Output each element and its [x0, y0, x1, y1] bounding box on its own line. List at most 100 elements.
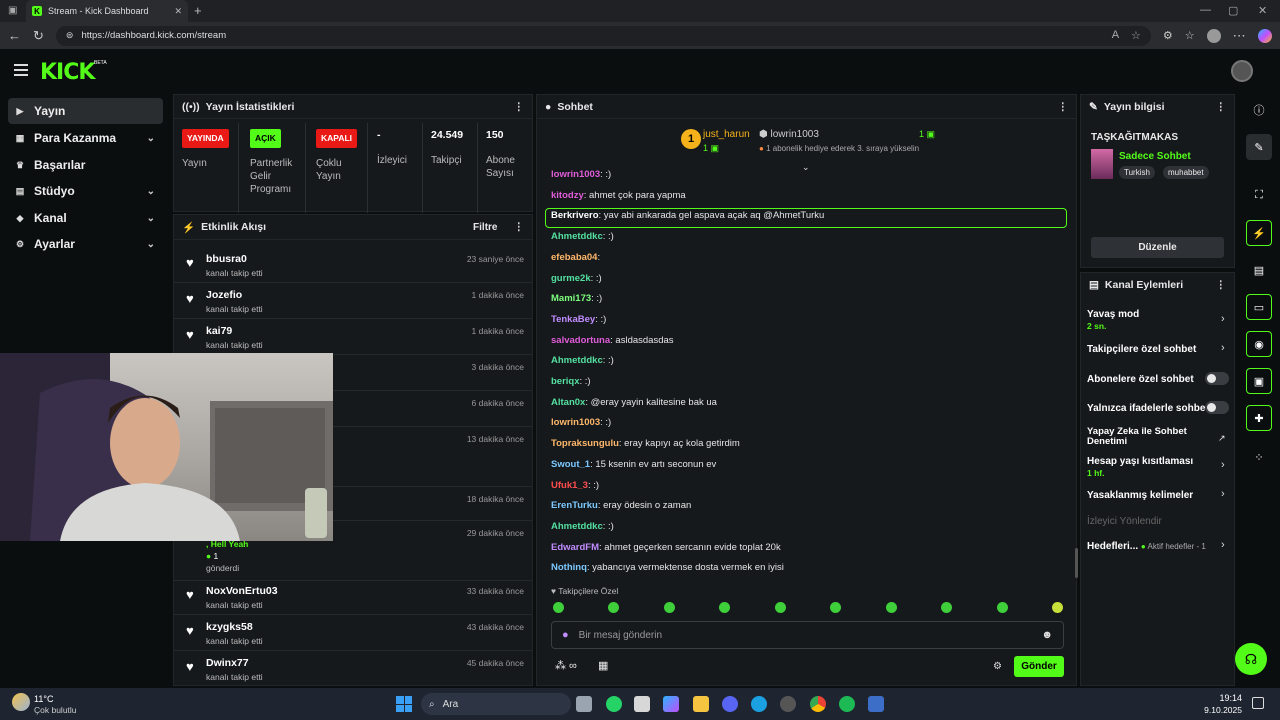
- action-goals[interactable]: Hedefleri... ● Aktif hedefler - 1: [1087, 541, 1229, 552]
- activity-user[interactable]: kai79: [206, 325, 232, 337]
- url-field[interactable]: ⊜ https://dashboard.kick.com/stream A ☆: [55, 25, 1151, 46]
- chat-username[interactable]: TenkaBey: [551, 314, 595, 325]
- chat-username[interactable]: Berkrivero: [551, 210, 599, 221]
- favorites-icon[interactable]: ☆: [1185, 29, 1195, 42]
- chat-username[interactable]: Topraksungulu: [551, 438, 619, 449]
- chat-username[interactable]: Ufuk1_3: [551, 480, 588, 491]
- notifications-icon[interactable]: [1252, 697, 1264, 709]
- chrome-icon[interactable]: [810, 696, 826, 712]
- more-options-icon[interactable]: ⋮: [1058, 101, 1069, 113]
- site-info-icon[interactable]: ⊜: [66, 30, 74, 41]
- emote-icon[interactable]: [608, 602, 620, 613]
- subs-only-toggle[interactable]: [1205, 372, 1229, 385]
- chat-username[interactable]: Mami173: [551, 293, 591, 304]
- edit-layout-icon[interactable]: ✎: [1246, 134, 1272, 160]
- chevron-right-icon[interactable]: ›: [1221, 342, 1225, 354]
- tab-actions-icon[interactable]: ▣: [8, 5, 17, 16]
- copilot-icon[interactable]: [1257, 28, 1272, 43]
- chat-username[interactable]: kitodzy: [551, 190, 584, 201]
- read-aloud-icon[interactable]: A: [1112, 29, 1119, 42]
- whatsapp-icon[interactable]: [606, 696, 622, 712]
- close-window-icon[interactable]: ✕: [1258, 4, 1267, 17]
- user-avatar[interactable]: [1231, 60, 1253, 82]
- file-explorer-icon[interactable]: [693, 696, 709, 712]
- document-icon[interactable]: ▤: [1246, 257, 1272, 283]
- action-banned-words[interactable]: Yasaklanmış kelimeler: [1087, 490, 1229, 501]
- broadcast-icon[interactable]: ◉: [1246, 331, 1272, 357]
- support-button[interactable]: ☊: [1235, 643, 1267, 675]
- menu-icon[interactable]: [14, 64, 28, 76]
- windows-start-icon[interactable]: [396, 696, 412, 712]
- emote-icon[interactable]: [774, 602, 786, 613]
- discord-icon[interactable]: [722, 696, 738, 712]
- close-tab-icon[interactable]: ✕: [174, 6, 182, 17]
- chat-username[interactable]: gurme2k: [551, 273, 591, 284]
- spotify-icon[interactable]: [839, 696, 855, 712]
- chat-input[interactable]: ● Bir mesaj gönderin ☻: [551, 621, 1064, 649]
- chevron-right-icon[interactable]: ›: [1221, 488, 1225, 500]
- action-followers-only[interactable]: Takipçilere özel sohbet: [1087, 344, 1229, 355]
- activity-user[interactable]: bbusra0: [206, 253, 247, 265]
- minimize-icon[interactable]: —: [1200, 4, 1211, 16]
- chat-username[interactable]: beriqx: [551, 376, 580, 387]
- sidebar-item-yayin[interactable]: ▶ Yayın: [8, 98, 163, 124]
- action-account-age[interactable]: Hesap yaşı kısıtlaması 1 hf.: [1087, 456, 1229, 478]
- tools-icon[interactable]: ✚: [1246, 405, 1272, 431]
- chevron-right-icon[interactable]: ›: [1221, 459, 1225, 471]
- emoji-icon[interactable]: ☻: [1041, 629, 1053, 641]
- chat-username[interactable]: lowrin1003: [551, 169, 600, 180]
- sidebar-item-kanal[interactable]: ◆ Kanal ⌄: [8, 205, 163, 231]
- category-name[interactable]: Sadece Sohbet: [1119, 151, 1191, 162]
- more-options-icon[interactable]: ⋮: [1216, 101, 1227, 113]
- chat-username[interactable]: Ahmetddkc: [551, 231, 603, 242]
- favorite-icon[interactable]: ☆: [1131, 29, 1141, 42]
- obs-icon[interactable]: [780, 696, 796, 712]
- pinned-user[interactable]: just_harun: [703, 129, 750, 140]
- add-widget-icon[interactable]: ⁘: [1246, 444, 1272, 470]
- emote-icon[interactable]: [830, 602, 842, 613]
- chat-settings-icon[interactable]: ⚙: [993, 661, 1002, 672]
- action-ai-moderation[interactable]: Yapay Zeka ile Sohbet Denetimi: [1087, 427, 1205, 447]
- edit-button[interactable]: Düzenle: [1091, 237, 1224, 258]
- chat-username[interactable]: Ahmetddkc: [551, 521, 603, 532]
- emote-icon[interactable]: [885, 602, 897, 613]
- emote-icon[interactable]: [553, 602, 564, 613]
- more-options-icon[interactable]: ⋮: [1216, 279, 1227, 291]
- chat-username[interactable]: salvadortuna: [551, 335, 610, 346]
- expand-icon[interactable]: ⛶: [1246, 182, 1272, 208]
- taskbar-search[interactable]: ⌕ Ara: [421, 693, 571, 715]
- points-icon[interactable]: ⁂ ∞: [555, 659, 577, 672]
- emote-icon[interactable]: [941, 602, 953, 613]
- emote-icon[interactable]: [663, 602, 675, 613]
- chat-username[interactable]: ErenTurku: [551, 500, 598, 511]
- send-button[interactable]: Gönder: [1014, 656, 1064, 677]
- edge-icon[interactable]: [751, 696, 767, 712]
- activity-user[interactable]: kzygks58: [206, 621, 253, 633]
- emote-icon[interactable]: [996, 602, 1008, 613]
- tag[interactable]: Turkish: [1119, 166, 1155, 179]
- more-options-icon[interactable]: ⋮: [514, 221, 525, 233]
- chat-username[interactable]: efebaba04: [551, 252, 597, 263]
- chat-username[interactable]: Nothinq: [551, 562, 587, 573]
- chat-username[interactable]: Swout_1: [551, 459, 590, 470]
- pinned-user-2[interactable]: ⬢ lowrin1003: [759, 129, 819, 140]
- mic-icon[interactable]: ●: [562, 629, 569, 641]
- more-icon[interactable]: ⋯: [1233, 28, 1246, 44]
- emotes-only-toggle[interactable]: [1205, 401, 1229, 414]
- activity-user[interactable]: Jozefio: [206, 289, 242, 301]
- extensions-icon[interactable]: ⚙: [1163, 29, 1173, 42]
- chat-username[interactable]: EdwardFM: [551, 542, 599, 553]
- task-view-icon[interactable]: [576, 696, 592, 712]
- action-slow-mode[interactable]: Yavaş mod 2 sn.: [1087, 309, 1229, 331]
- browser-tab[interactable]: K Stream - Kick Dashboard ✕: [26, 0, 188, 22]
- sidebar-item-basarilar[interactable]: ♛ Başarılar: [8, 152, 163, 178]
- sidebar-item-studyo[interactable]: ▤ Stüdyo ⌄: [8, 178, 163, 204]
- maximize-icon[interactable]: ▢: [1228, 4, 1238, 17]
- chat-icon[interactable]: ▭: [1246, 294, 1272, 320]
- stats-icon[interactable]: ▣: [1246, 368, 1272, 394]
- app-icon[interactable]: [868, 696, 884, 712]
- external-link-icon[interactable]: ↗: [1218, 433, 1226, 444]
- profile-icon[interactable]: [1206, 28, 1221, 43]
- chat-scrollbar[interactable]: [1075, 548, 1078, 578]
- refresh-icon[interactable]: ↻: [33, 28, 44, 44]
